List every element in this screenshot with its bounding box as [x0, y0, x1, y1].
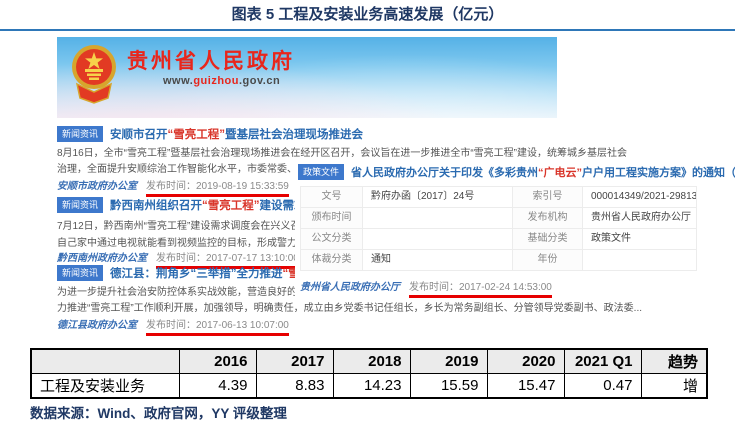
- url-domain: guizhou: [193, 75, 239, 87]
- url-suffix: .gov.cn: [239, 75, 280, 87]
- header-cell: 2016: [179, 349, 256, 374]
- time-label: 发布时间：: [146, 181, 196, 192]
- news-item-footer: 黔西南州政府办公室发布时间：2017-07-17 13:10:00: [57, 249, 299, 264]
- value-cell: 15.47: [487, 374, 564, 399]
- publisher-link: 德江县政府办公室: [57, 320, 137, 331]
- time-label: 发布时间：: [156, 253, 206, 264]
- value-cell: 8.83: [256, 374, 333, 399]
- meta-value: 000014349/2021-2981388: [583, 187, 697, 208]
- title-highlight: “雪亮工程”: [202, 200, 260, 212]
- header-cell: 2017: [256, 349, 333, 374]
- title-text: 暨基层社会治理现场推进会: [225, 129, 363, 141]
- publish-time-underline: 发布时间：2017-02-24 14:53:00: [409, 282, 552, 298]
- meta-value: 通知: [363, 250, 513, 271]
- publisher-link: 安顺市政府办公室: [57, 181, 137, 192]
- news-item-footer: 德江县政府办公室发布时间：2017-06-13 10:07:00: [57, 316, 289, 331]
- header-cell: 2020: [487, 349, 564, 374]
- meta-value: 贵州省人民政府办公厅: [583, 208, 697, 229]
- meta-label: 文号: [301, 187, 363, 208]
- news-item-body: 8月16日，全市“雪亮工程”暨基层社会治理现场推进会在经开区召开，会议旨在进一步…: [57, 144, 642, 159]
- figure-data-table: 2016 2017 2018 2019 2020 2021 Q1 趋势 工程及安…: [30, 348, 708, 399]
- meta-label: 公文分类: [301, 229, 363, 250]
- news-tag: 新闻资讯: [57, 265, 103, 281]
- header-cell: 趋势: [641, 349, 707, 374]
- row-label: 工程及安装业务: [31, 374, 179, 399]
- news-item-body: 力推进“雪亮工程”工作顺利开展，加强领导，明确责任，成立由乡党委书记任组长，乡长…: [57, 299, 697, 314]
- header-cell: 2019: [410, 349, 487, 374]
- title-text: 安顺市召开: [110, 129, 168, 141]
- value-cell: 15.59: [410, 374, 487, 399]
- meta-label: 发布机构: [513, 208, 583, 229]
- meta-value: 黔府办函〔2017〕24号: [363, 187, 513, 208]
- time-value: 2017-06-13 10:07:00: [196, 320, 289, 331]
- meta-value: 政策文件: [583, 229, 697, 250]
- site-url: www.guizhou.gov.cn: [163, 75, 280, 87]
- publish-time-underline: 发布时间：2017-06-13 10:07:00: [146, 320, 289, 336]
- china-national-emblem-icon: [71, 44, 117, 109]
- title-highlight: “雪亮工程”: [168, 129, 226, 141]
- time-value: 2019-08-19 15:33:59: [196, 181, 289, 192]
- meta-value: [363, 229, 513, 250]
- header-cell: 2018: [333, 349, 410, 374]
- title-divider: [0, 29, 735, 31]
- gov-site-banner: 贵州省人民政府 www.guizhou.gov.cn: [57, 37, 557, 118]
- title-text: 户户用工程实施方案》的通知（黔府办函〔2017〕: [582, 167, 735, 179]
- report-figure: 图表 5 工程及安装业务高速发展（亿元） 贵州省人民政府 www.guizhou…: [0, 0, 735, 432]
- title-highlight: “广电云”: [538, 167, 582, 179]
- time-label: 发布时间：: [146, 320, 196, 331]
- title-text: 省人民政府办公厅关于印发《多彩贵州: [351, 167, 538, 179]
- meta-value: [363, 208, 513, 229]
- time-value: 2017-02-24 14:53:00: [459, 282, 552, 293]
- url-www: www.: [163, 75, 193, 87]
- value-cell: 增: [641, 374, 707, 399]
- time-value: 2017-07-17 13:10:00: [206, 253, 299, 264]
- policy-tag: 政策文件: [298, 164, 344, 180]
- title-text: 德江县：荆角乡“三举措”全力推进: [110, 268, 283, 280]
- table-header-row: 2016 2017 2018 2019 2020 2021 Q1 趋势: [31, 349, 707, 374]
- meta-label: 体裁分类: [301, 250, 363, 271]
- meta-label: 年份: [513, 250, 583, 271]
- table-row: 工程及安装业务 4.39 8.83 14.23 15.59 15.47 0.47…: [31, 374, 707, 399]
- header-cell: [31, 349, 179, 374]
- news-tag: 新闻资讯: [57, 126, 103, 142]
- publish-time-underline: 发布时间：2019-08-19 15:33:59: [146, 181, 289, 197]
- policy-footer: 贵州省人民政府办公厅发布时间：2017-02-24 14:53:00: [300, 278, 552, 293]
- meta-label: 基础分类: [513, 229, 583, 250]
- news-tag: 新闻资讯: [57, 197, 103, 213]
- data-source-note: 数据来源：Wind、政府官网，YY 评级整理: [30, 402, 287, 422]
- value-cell: 4.39: [179, 374, 256, 399]
- time-label: 发布时间：: [409, 282, 459, 293]
- policy-title[interactable]: 政策文件省人民政府办公厅关于印发《多彩贵州“广电云”户户用工程实施方案》的通知（…: [298, 164, 735, 181]
- meta-value: [583, 250, 697, 271]
- news-item-title[interactable]: 新闻资讯安顺市召开“雪亮工程”暨基层社会治理现场推进会: [57, 126, 363, 143]
- publisher-link: 贵州省人民政府办公厅: [300, 282, 400, 293]
- header-cell: 2021 Q1: [564, 349, 641, 374]
- meta-label: 颁布时间: [301, 208, 363, 229]
- title-text: 黔西南州组织召开: [110, 200, 202, 212]
- policy-meta-table: 文号 黔府办函〔2017〕24号 索引号 000014349/2021-2981…: [300, 186, 697, 271]
- policy-doc-panel: 政策文件省人民政府办公厅关于印发《多彩贵州“广电云”户户用工程实施方案》的通知（…: [295, 161, 735, 297]
- value-cell: 0.47: [564, 374, 641, 399]
- figure-title: 图表 5 工程及安装业务高速发展（亿元）: [0, 3, 735, 24]
- news-item-footer: 安顺市政府办公室发布时间：2019-08-19 15:33:59: [57, 177, 289, 192]
- meta-label: 索引号: [513, 187, 583, 208]
- publisher-link: 黔西南州政府办公室: [57, 253, 147, 264]
- value-cell: 14.23: [333, 374, 410, 399]
- site-name: 贵州省人民政府: [127, 45, 295, 75]
